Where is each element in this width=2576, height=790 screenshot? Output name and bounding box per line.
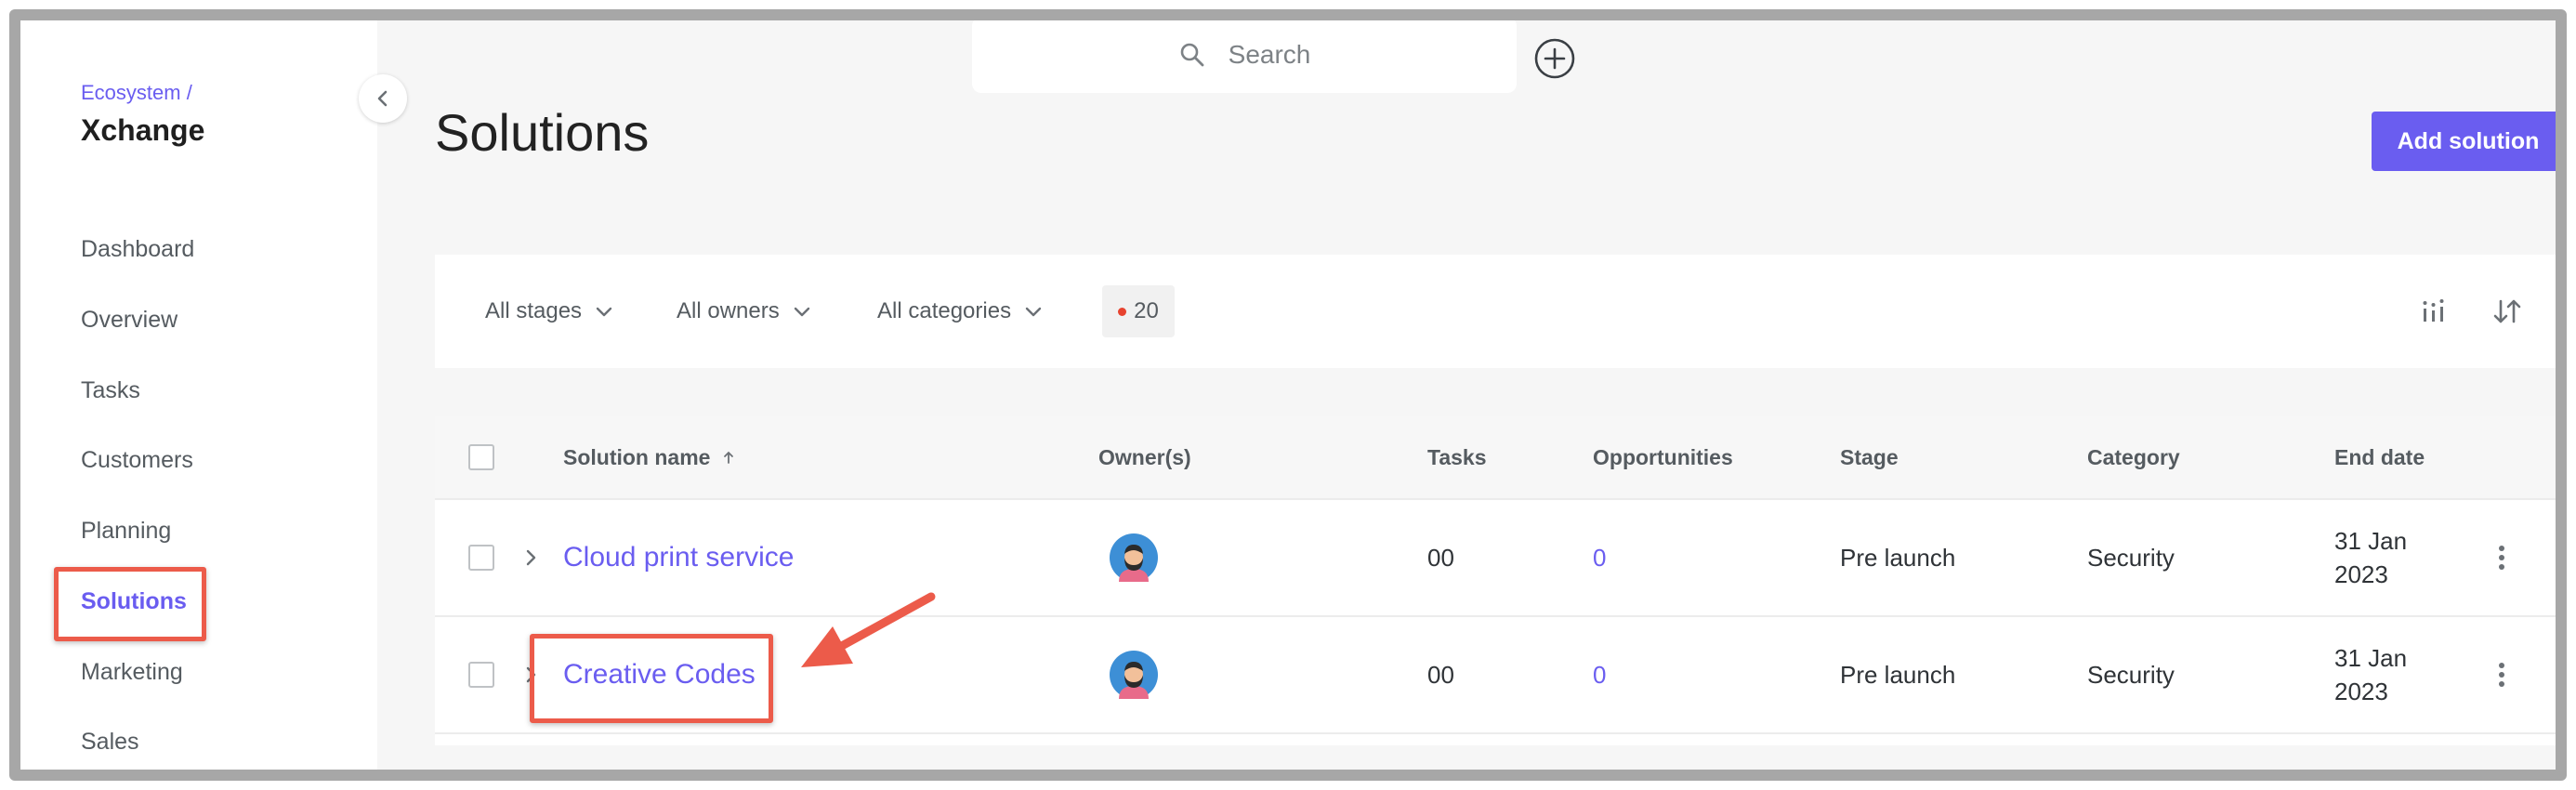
solution-name-link[interactable]: Cloud print service	[563, 542, 794, 573]
sidebar-item-dashboard[interactable]: Dashboard	[81, 236, 194, 263]
category-cell: Security	[2087, 660, 2175, 689]
categories-filter[interactable]: All categories	[877, 255, 1043, 368]
owners-filter-label: All owners	[677, 298, 780, 323]
header-tasks[interactable]: Tasks	[1427, 416, 1487, 498]
results-count-badge[interactable]: 20	[1102, 285, 1175, 337]
row-more-button[interactable]	[2498, 617, 2505, 732]
chevron-down-icon	[596, 307, 612, 317]
chevron-down-icon	[1025, 307, 1042, 317]
end-date-day: 31 Jan	[2334, 527, 2408, 555]
sort-icon[interactable]	[2492, 296, 2522, 327]
more-vertical-icon	[2499, 546, 2504, 570]
end-date-cell: 31 Jan 2023	[2334, 617, 2407, 732]
owner-avatar[interactable]	[1110, 651, 1158, 699]
row-more-button[interactable]	[2498, 500, 2505, 615]
sidebar: Ecosystem / Xchange Dashboard Overview T…	[20, 20, 377, 770]
sidebar-item-overview[interactable]: Overview	[81, 307, 177, 334]
category-cell: Security	[2087, 543, 2175, 572]
app-frame: Ecosystem / Xchange Dashboard Overview T…	[9, 9, 2567, 781]
select-all-cell	[468, 416, 494, 498]
collapse-sidebar-button[interactable]	[359, 74, 407, 123]
sidebar-item-customers[interactable]: Customers	[81, 447, 193, 474]
table-row[interactable]: Cloud print service 00 0 Pre launch Secu…	[435, 500, 2556, 617]
app-title: Xchange	[81, 113, 205, 147]
header-end-date[interactable]: End date	[2334, 416, 2425, 498]
columns-icon[interactable]	[2420, 297, 2448, 325]
sidebar-item-sales[interactable]: Sales	[81, 729, 139, 756]
breadcrumb[interactable]: Ecosystem /	[81, 81, 192, 105]
page-title: Solutions	[435, 103, 650, 162]
header-solution-name-label: Solution name	[563, 445, 711, 469]
filter-bar: All stages All owners All categories 20	[435, 255, 2556, 368]
sidebar-item-marketing[interactable]: Marketing	[81, 659, 183, 686]
select-all-checkbox[interactable]	[468, 444, 494, 470]
stage-cell: Pre launch	[1840, 543, 1956, 572]
sidebar-item-planning[interactable]: Planning	[81, 518, 171, 545]
results-count: 20	[1134, 298, 1159, 323]
stages-filter[interactable]: All stages	[485, 255, 613, 368]
end-date-year: 2023	[2334, 560, 2388, 588]
header-category[interactable]: Category	[2087, 416, 2180, 498]
add-circle-icon[interactable]	[1533, 37, 1576, 80]
opportunities-link[interactable]: 0	[1593, 544, 1606, 573]
status-dot	[1118, 307, 1127, 316]
row-checkbox[interactable]	[468, 662, 494, 688]
end-date-day: 31 Jan	[2334, 644, 2408, 672]
annotation-highlight-creative-codes	[530, 634, 773, 723]
end-date-cell: 31 Jan 2023	[2334, 500, 2407, 615]
stage-cell: Pre launch	[1840, 660, 1956, 689]
sidebar-item-tasks[interactable]: Tasks	[81, 377, 140, 404]
stages-filter-label: All stages	[485, 298, 583, 323]
end-date-year: 2023	[2334, 678, 2388, 705]
search-icon	[1180, 43, 1204, 67]
annotation-highlight-solutions	[54, 567, 206, 641]
chevron-right-icon	[526, 549, 536, 566]
add-solution-button[interactable]: Add solution	[2372, 112, 2556, 171]
header-opportunities[interactable]: Opportunities	[1593, 416, 1733, 498]
search-input[interactable]: Search	[1229, 40, 1311, 70]
more-vertical-icon	[2499, 663, 2504, 687]
categories-filter-label: All categories	[877, 298, 1012, 323]
tasks-cell: 00	[1427, 543, 1454, 572]
annotation-arrow-icon	[801, 592, 936, 667]
header-owners[interactable]: Owner(s)	[1098, 416, 1191, 498]
opportunities-link[interactable]: 0	[1593, 661, 1606, 690]
row-checkbox[interactable]	[468, 545, 494, 571]
owners-filter[interactable]: All owners	[677, 255, 811, 368]
owner-avatar[interactable]	[1110, 533, 1158, 582]
expand-row-button[interactable]	[524, 500, 539, 615]
search-bar[interactable]: Search	[972, 20, 1517, 93]
table-header: Solution name Owner(s) Tasks Opportuniti…	[435, 416, 2556, 500]
chevron-down-icon	[794, 307, 809, 317]
chevron-left-icon	[377, 90, 388, 107]
header-stage[interactable]: Stage	[1840, 416, 1899, 498]
sort-asc-icon	[724, 451, 734, 464]
header-solution-name[interactable]: Solution name	[563, 416, 734, 498]
tasks-cell: 00	[1427, 660, 1454, 689]
